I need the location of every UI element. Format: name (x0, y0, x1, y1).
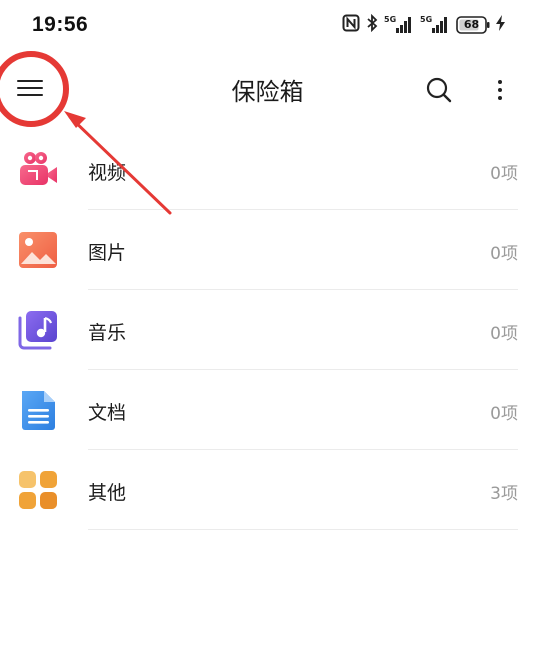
more-options-button[interactable] (490, 75, 510, 105)
list-item-other[interactable]: 其他 3项 (0, 450, 535, 530)
battery-level: 68 (463, 18, 480, 31)
list-item-video[interactable]: 视频 0项 (0, 130, 535, 210)
grid-icon (17, 469, 59, 511)
status-icons: 5G 5G 68 (342, 13, 505, 36)
list-item-label: 其他 (88, 482, 127, 504)
image-icon (17, 229, 59, 271)
list-item-count: 3项 (490, 484, 518, 504)
bluetooth-icon (366, 13, 378, 36)
list-item-documents[interactable]: 文档 0项 (0, 370, 535, 450)
music-icon (17, 309, 59, 351)
list-item-count: 0项 (490, 244, 518, 264)
status-bar: 19:56 5G 5G 68 (0, 0, 535, 50)
list-item-label: 视频 (88, 162, 127, 184)
app-bar: 保险箱 (0, 55, 535, 125)
status-time: 19:56 (32, 13, 89, 36)
search-button[interactable] (424, 75, 454, 105)
charging-icon (496, 15, 505, 35)
list-item-count: 0项 (490, 324, 518, 344)
document-icon (17, 389, 59, 431)
video-camera-icon (17, 149, 59, 191)
signal-5g-icon: 5G (384, 15, 414, 35)
list-item-images[interactable]: 图片 0项 (0, 210, 535, 290)
list-item-label: 音乐 (88, 322, 127, 344)
nfc-icon (342, 14, 360, 36)
list-item-music[interactable]: 音乐 0项 (0, 290, 535, 370)
search-icon (426, 77, 452, 103)
list-item-label: 文档 (88, 402, 127, 424)
more-icon (498, 80, 502, 100)
page-title: 保险箱 (231, 78, 304, 106)
list-item-count: 0项 (490, 164, 518, 184)
list-item-count: 0项 (490, 404, 518, 424)
battery-icon: 68 (456, 16, 490, 34)
category-list: 视频 0项 图片 0项 音乐 0项 文档 0项 其他 3项 (0, 130, 535, 530)
divider (88, 529, 518, 530)
list-item-label: 图片 (88, 242, 127, 264)
signal-5g-icon: 5G (420, 15, 450, 35)
